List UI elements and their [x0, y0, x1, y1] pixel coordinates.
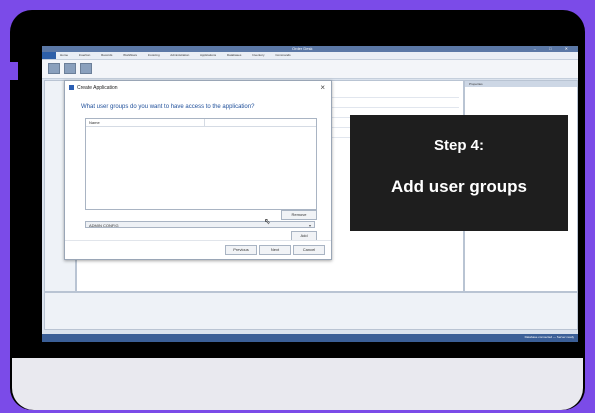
properties-header: Properties — [465, 81, 577, 87]
next-button[interactable]: Next — [259, 245, 291, 255]
file-tab[interactable] — [42, 52, 56, 59]
dialog-titlebar: Create Application × — [65, 81, 331, 95]
accent-marker — [10, 62, 18, 80]
details-pane — [44, 292, 578, 330]
close-icon[interactable]: × — [320, 83, 325, 93]
dropdown-value: ADMIN CONFIG — [89, 223, 119, 228]
dialog-divider — [65, 240, 331, 241]
new-icon[interactable] — [48, 63, 60, 74]
step-callout: Step 4: Add user groups — [350, 115, 568, 231]
status-text: Database connected — Server ready — [524, 335, 574, 339]
remove-button[interactable]: Remove — [281, 210, 317, 220]
video-frame: Order Desk – □ ✕ Home Insertion Records … — [10, 10, 585, 410]
create-application-dialog: Create Application × What user groups do… — [64, 80, 332, 260]
mouse-cursor-icon: ⇖ — [264, 217, 271, 226]
previous-button[interactable]: Previous — [225, 245, 257, 255]
status-bar: Database connected — Server ready — [42, 334, 578, 342]
user-group-dropdown[interactable]: ADMIN CONFIG ▾ — [85, 221, 315, 228]
ribbon-toolbar — [42, 60, 578, 79]
ribbon-tab-labels[interactable]: Home Insertion Records Workflows Invoici… — [60, 53, 291, 57]
list-header: Name — [86, 119, 316, 127]
save-icon[interactable] — [64, 63, 76, 74]
users-icon[interactable] — [80, 63, 92, 74]
video-bottom-panel — [12, 358, 583, 410]
dialog-question: What user groups do you want to have acc… — [81, 104, 255, 110]
ribbon-tabs: Home Insertion Records Workflows Invoici… — [42, 52, 578, 60]
chevron-down-icon: ▾ — [308, 223, 311, 228]
name-column-header[interactable]: Name — [89, 120, 100, 125]
column-separator — [204, 119, 205, 126]
user-groups-list[interactable]: Name — [85, 118, 317, 210]
cancel-button[interactable]: Cancel — [293, 245, 325, 255]
dialog-title: Create Application — [77, 85, 118, 91]
app-icon — [69, 85, 74, 90]
step-title: Step 4: — [433, 137, 484, 154]
step-text: Add user groups — [390, 177, 527, 196]
